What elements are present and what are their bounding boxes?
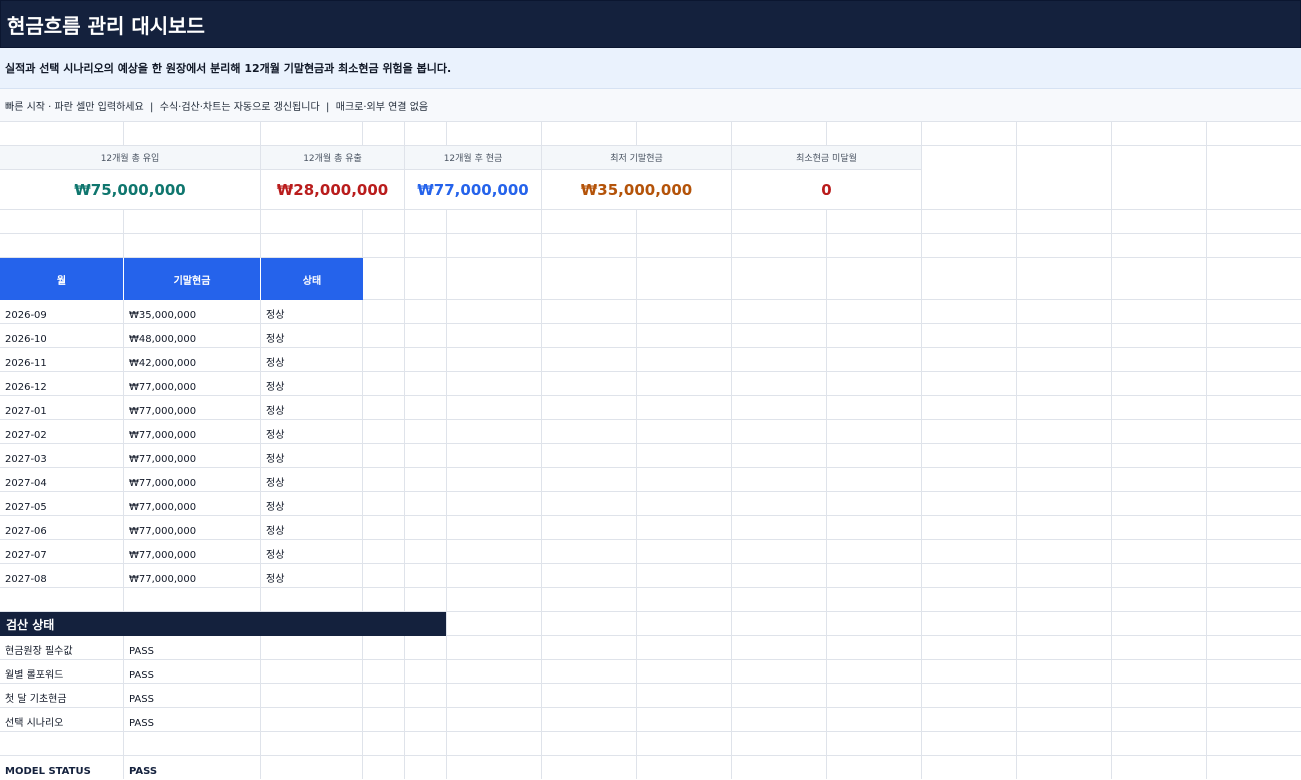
table-cell-month[interactable]: 2027-03 — [0, 444, 123, 468]
quick-start-text: 빠른 시작 · 파란 셀만 입력하세요 | 수식·검산·차트는 자동으로 갱신됩… — [5, 101, 429, 113]
table-cell-month[interactable]: 2026-10 — [0, 324, 123, 348]
table-cell-ending-cash[interactable]: ₩48,000,000 — [124, 324, 260, 348]
check-status[interactable]: PASS — [124, 660, 260, 684]
table-cell-month[interactable]: 2026-09 — [0, 300, 123, 324]
table-cell-status[interactable]: 정상 — [261, 348, 362, 372]
table-cell-status[interactable]: 정상 — [261, 444, 362, 468]
check-label[interactable]: 선택 시나리오 — [0, 708, 123, 732]
table-cell-status[interactable]: 정상 — [261, 516, 362, 540]
table-cell-status[interactable]: 정상 — [261, 420, 362, 444]
kpi-value-total-inflow[interactable]: ₩75,000,000 — [0, 170, 261, 210]
table-cell-status[interactable]: 정상 — [261, 492, 362, 516]
table-cell-month[interactable]: 2026-11 — [0, 348, 123, 372]
table-cell-month[interactable]: 2027-08 — [0, 564, 123, 588]
table-cell-status[interactable]: 정상 — [261, 372, 362, 396]
table-cell-status[interactable]: 정상 — [261, 300, 362, 324]
kpi-label-ending-cash: 12개월 후 현금 — [405, 146, 542, 170]
table-cell-ending-cash[interactable]: ₩77,000,000 — [124, 372, 260, 396]
table-cell-ending-cash[interactable]: ₩77,000,000 — [124, 540, 260, 564]
quick-start-banner: 빠른 시작 · 파란 셀만 입력하세요 | 수식·검산·차트는 자동으로 갱신됩… — [0, 89, 1301, 122]
check-status[interactable]: PASS — [124, 684, 260, 708]
subtitle-banner: 실적과 선택 시나리오의 예상을 한 원장에서 분리해 12개월 기말현금과 최… — [0, 48, 1301, 89]
kpi-label-total-outflow: 12개월 총 유출 — [261, 146, 405, 170]
table-cell-ending-cash[interactable]: ₩77,000,000 — [124, 444, 260, 468]
table-cell-ending-cash[interactable]: ₩77,000,000 — [124, 492, 260, 516]
table-cell-month[interactable]: 2026-12 — [0, 372, 123, 396]
checks-section-header: 검산 상태 — [0, 612, 446, 636]
table-header-ending-cash[interactable]: 기말현금 — [124, 258, 261, 300]
kpi-value-lowest-cash[interactable]: ₩35,000,000 — [542, 170, 732, 210]
table-cell-status[interactable]: 정상 — [261, 324, 362, 348]
kpi-label-lowest-cash: 최저 기말현금 — [542, 146, 732, 170]
table-cell-ending-cash[interactable]: ₩77,000,000 — [124, 516, 260, 540]
check-label[interactable]: 첫 달 기초현금 — [0, 684, 123, 708]
check-label[interactable]: 월별 롤포워드 — [0, 660, 123, 684]
table-cell-ending-cash[interactable]: ₩35,000,000 — [124, 300, 260, 324]
table-cell-ending-cash[interactable]: ₩77,000,000 — [124, 468, 260, 492]
page-title: 현금흐름 관리 대시보드 — [7, 13, 205, 38]
page-subtitle: 실적과 선택 시나리오의 예상을 한 원장에서 분리해 12개월 기말현금과 최… — [5, 62, 452, 75]
check-status[interactable]: PASS — [124, 636, 260, 660]
table-cell-ending-cash[interactable]: ₩42,000,000 — [124, 348, 260, 372]
table-header-status[interactable]: 상태 — [261, 258, 363, 300]
table-cell-status[interactable]: 정상 — [261, 468, 362, 492]
title-banner: 현금흐름 관리 대시보드 — [0, 0, 1301, 48]
table-cell-status[interactable]: 정상 — [261, 564, 362, 588]
check-status[interactable]: PASS — [124, 708, 260, 732]
table-cell-status[interactable]: 정상 — [261, 396, 362, 420]
table-cell-month[interactable]: 2027-01 — [0, 396, 123, 420]
table-cell-month[interactable]: 2027-06 — [0, 516, 123, 540]
table-cell-month[interactable]: 2027-07 — [0, 540, 123, 564]
table-cell-ending-cash[interactable]: ₩77,000,000 — [124, 396, 260, 420]
kpi-label-shortfall-months: 최소현금 미달월 — [732, 146, 922, 170]
table-cell-status[interactable]: 정상 — [261, 540, 362, 564]
table-cell-month[interactable]: 2027-05 — [0, 492, 123, 516]
table-cell-ending-cash[interactable]: ₩77,000,000 — [124, 420, 260, 444]
check-label[interactable]: 현금원장 필수값 — [0, 636, 123, 660]
table-cell-ending-cash[interactable]: ₩77,000,000 — [124, 564, 260, 588]
kpi-value-shortfall-months[interactable]: 0 — [732, 170, 922, 210]
kpi-value-total-outflow[interactable]: ₩28,000,000 — [261, 170, 405, 210]
kpi-value-ending-cash[interactable]: ₩77,000,000 — [405, 170, 542, 210]
table-cell-month[interactable]: 2027-04 — [0, 468, 123, 492]
model-status-value[interactable]: PASS — [124, 756, 260, 780]
model-status-label[interactable]: MODEL STATUS — [0, 756, 123, 780]
table-cell-month[interactable]: 2027-02 — [0, 420, 123, 444]
table-header-month[interactable]: 월 — [0, 258, 124, 300]
checks-title: 검산 상태 — [6, 617, 55, 632]
kpi-label-total-inflow: 12개월 총 유입 — [0, 146, 261, 170]
